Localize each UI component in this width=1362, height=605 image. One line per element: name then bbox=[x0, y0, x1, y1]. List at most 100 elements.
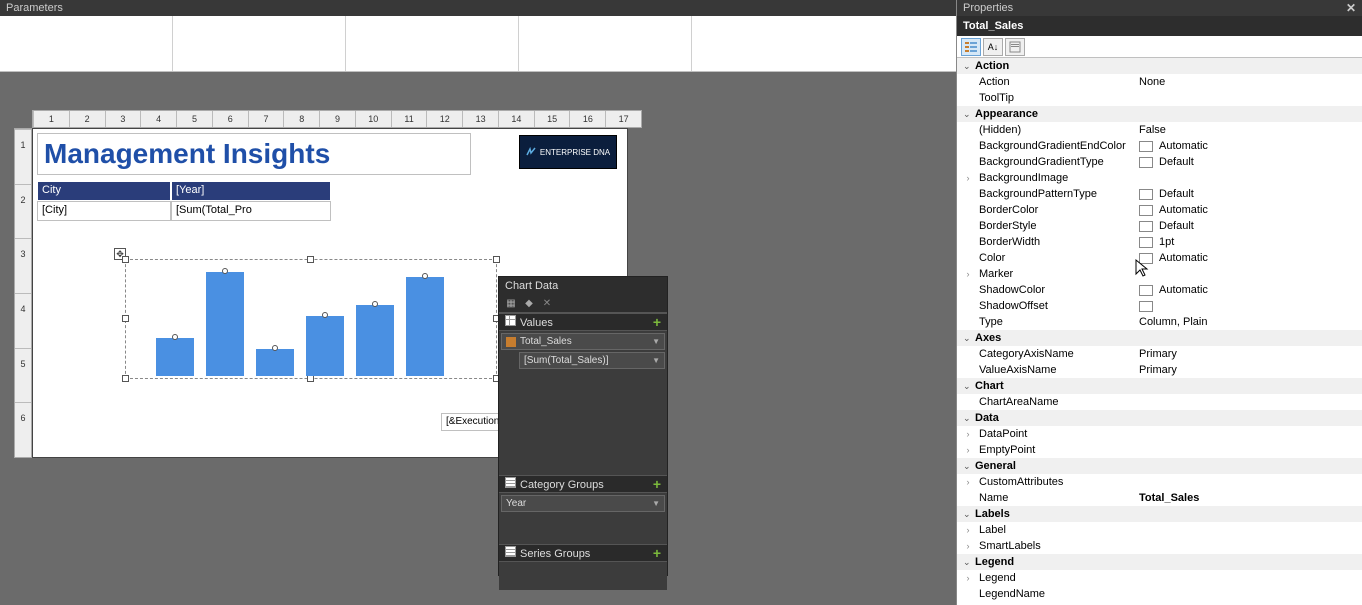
expand-icon[interactable]: › bbox=[957, 525, 979, 535]
expand-icon[interactable]: ⌄ bbox=[963, 381, 975, 392]
property-row[interactable]: LegendName bbox=[957, 586, 1362, 602]
categorized-view-button[interactable] bbox=[961, 38, 981, 56]
property-row[interactable]: BackgroundGradientTypeDefault bbox=[957, 154, 1362, 170]
color-swatch[interactable] bbox=[1139, 205, 1153, 216]
color-swatch[interactable] bbox=[1139, 221, 1153, 232]
property-value[interactable]: 1pt bbox=[1139, 236, 1362, 248]
alphabetical-view-button[interactable]: A↓ bbox=[983, 38, 1003, 56]
expand-icon[interactable]: › bbox=[957, 445, 979, 455]
property-value[interactable]: Automatic bbox=[1139, 252, 1362, 264]
category-body[interactable] bbox=[499, 514, 667, 544]
property-row[interactable]: ActionNone bbox=[957, 74, 1362, 90]
report-title-textbox[interactable]: Management Insights bbox=[37, 133, 471, 175]
chart-bar[interactable] bbox=[206, 272, 244, 377]
property-row[interactable]: ›CustomAttributes bbox=[957, 474, 1362, 490]
expand-icon[interactable]: › bbox=[957, 477, 979, 487]
property-row[interactable]: ›SmartLabels bbox=[957, 538, 1362, 554]
chart-bar[interactable] bbox=[256, 349, 294, 377]
property-row[interactable]: ›Marker bbox=[957, 266, 1362, 282]
param-cell[interactable] bbox=[519, 16, 692, 71]
expand-icon[interactable]: › bbox=[957, 573, 979, 583]
property-value[interactable]: Column, Plain bbox=[1139, 316, 1362, 328]
value-expression-item[interactable]: [Sum(Total_Sales)] ▼ bbox=[519, 352, 665, 369]
property-value[interactable]: Primary bbox=[1139, 364, 1362, 376]
properties-object-name[interactable]: Total_Sales bbox=[957, 16, 1362, 36]
color-swatch[interactable] bbox=[1139, 285, 1153, 296]
expand-icon[interactable]: ⌄ bbox=[963, 509, 975, 520]
dropdown-icon[interactable]: ▼ bbox=[652, 499, 660, 508]
property-row[interactable]: ›DataPoint bbox=[957, 426, 1362, 442]
property-row[interactable]: BackgroundGradientEndColorAutomatic bbox=[957, 138, 1362, 154]
property-value[interactable]: Automatic bbox=[1139, 284, 1362, 296]
property-row[interactable]: ShadowOffset bbox=[957, 298, 1362, 314]
chart-bar[interactable] bbox=[406, 277, 444, 376]
resize-handle[interactable] bbox=[307, 256, 314, 263]
resize-handle[interactable] bbox=[122, 315, 129, 322]
property-row[interactable]: BorderWidth1pt bbox=[957, 234, 1362, 250]
toolbar-icon[interactable]: ▦ bbox=[505, 298, 517, 310]
property-pages-button[interactable] bbox=[1005, 38, 1025, 56]
property-group-header[interactable]: ⌄Data bbox=[957, 410, 1362, 426]
property-row[interactable]: CategoryAxisNamePrimary bbox=[957, 346, 1362, 362]
property-row[interactable]: (Hidden)False bbox=[957, 122, 1362, 138]
resize-handle[interactable] bbox=[122, 375, 129, 382]
param-cell[interactable] bbox=[346, 16, 519, 71]
toolbar-icon[interactable]: ◆ bbox=[523, 298, 535, 310]
dropdown-icon[interactable]: ▼ bbox=[652, 337, 660, 346]
close-icon[interactable]: ✕ bbox=[1346, 1, 1356, 15]
table-header-row[interactable]: City [Year] bbox=[37, 181, 331, 201]
property-value[interactable]: Default bbox=[1139, 156, 1362, 168]
expand-icon[interactable]: ⌄ bbox=[963, 109, 975, 120]
dropdown-icon[interactable]: ▼ bbox=[652, 356, 660, 365]
property-row[interactable]: ShadowColorAutomatic bbox=[957, 282, 1362, 298]
property-value[interactable]: Automatic bbox=[1139, 140, 1362, 152]
property-value[interactable]: Total_Sales bbox=[1139, 492, 1362, 504]
color-swatch[interactable] bbox=[1139, 189, 1153, 200]
add-series-icon[interactable]: + bbox=[653, 545, 661, 561]
category-groups-header[interactable]: Category Groups + bbox=[499, 475, 667, 493]
property-row[interactable]: BorderStyleDefault bbox=[957, 218, 1362, 234]
property-row[interactable]: BorderColorAutomatic bbox=[957, 202, 1362, 218]
table-data-row[interactable]: [City] [Sum(Total_Pro bbox=[37, 201, 331, 221]
property-value[interactable]: Automatic bbox=[1139, 204, 1362, 216]
property-row[interactable]: ToolTip bbox=[957, 90, 1362, 106]
property-value[interactable]: Default bbox=[1139, 220, 1362, 232]
value-field-item[interactable]: Total_Sales ▼ bbox=[501, 333, 665, 350]
values-section-header[interactable]: Values + bbox=[499, 313, 667, 331]
property-row[interactable]: ValueAxisNamePrimary bbox=[957, 362, 1362, 378]
property-group-header[interactable]: ⌄Action bbox=[957, 58, 1362, 74]
property-row[interactable]: ColorAutomatic bbox=[957, 250, 1362, 266]
property-value[interactable]: Default bbox=[1139, 188, 1362, 200]
chart-data-panel[interactable]: Chart Data ▦ ◆ ✕ Values + Total_Sales ▼ … bbox=[498, 276, 668, 576]
param-cell[interactable] bbox=[0, 16, 173, 71]
property-group-header[interactable]: ⌄Legend bbox=[957, 554, 1362, 570]
expand-icon[interactable]: › bbox=[957, 429, 979, 439]
chart-bar[interactable] bbox=[306, 316, 344, 377]
property-value[interactable]: False bbox=[1139, 124, 1362, 136]
delete-icon[interactable]: ✕ bbox=[541, 298, 553, 310]
property-value[interactable]: None bbox=[1139, 76, 1362, 88]
add-value-icon[interactable]: + bbox=[653, 314, 661, 330]
expand-icon[interactable]: › bbox=[957, 541, 979, 551]
property-row[interactable]: BackgroundPatternTypeDefault bbox=[957, 186, 1362, 202]
color-swatch[interactable] bbox=[1139, 301, 1153, 312]
property-row[interactable]: ›BackgroundImage bbox=[957, 170, 1362, 186]
property-group-header[interactable]: ⌄General bbox=[957, 458, 1362, 474]
property-group-header[interactable]: ⌄Axes bbox=[957, 330, 1362, 346]
property-group-header[interactable]: ⌄Labels bbox=[957, 506, 1362, 522]
table-header-city[interactable]: City bbox=[37, 181, 171, 201]
property-group-header[interactable]: ⌄Chart bbox=[957, 378, 1362, 394]
series-groups-header[interactable]: Series Groups + bbox=[499, 544, 667, 562]
add-category-icon[interactable]: + bbox=[653, 476, 661, 492]
values-body[interactable] bbox=[499, 371, 667, 475]
expand-icon[interactable]: ⌄ bbox=[963, 333, 975, 344]
category-field-item[interactable]: Year ▼ bbox=[501, 495, 665, 512]
resize-handle[interactable] bbox=[122, 256, 129, 263]
property-group-header[interactable]: ⌄Appearance bbox=[957, 106, 1362, 122]
chart-bar[interactable] bbox=[156, 338, 194, 377]
logo-image[interactable]: ENTERPRISE DNA bbox=[519, 135, 617, 169]
expand-icon[interactable]: ⌄ bbox=[963, 557, 975, 568]
series-body[interactable] bbox=[499, 562, 667, 590]
color-swatch[interactable] bbox=[1139, 141, 1153, 152]
color-swatch[interactable] bbox=[1139, 237, 1153, 248]
